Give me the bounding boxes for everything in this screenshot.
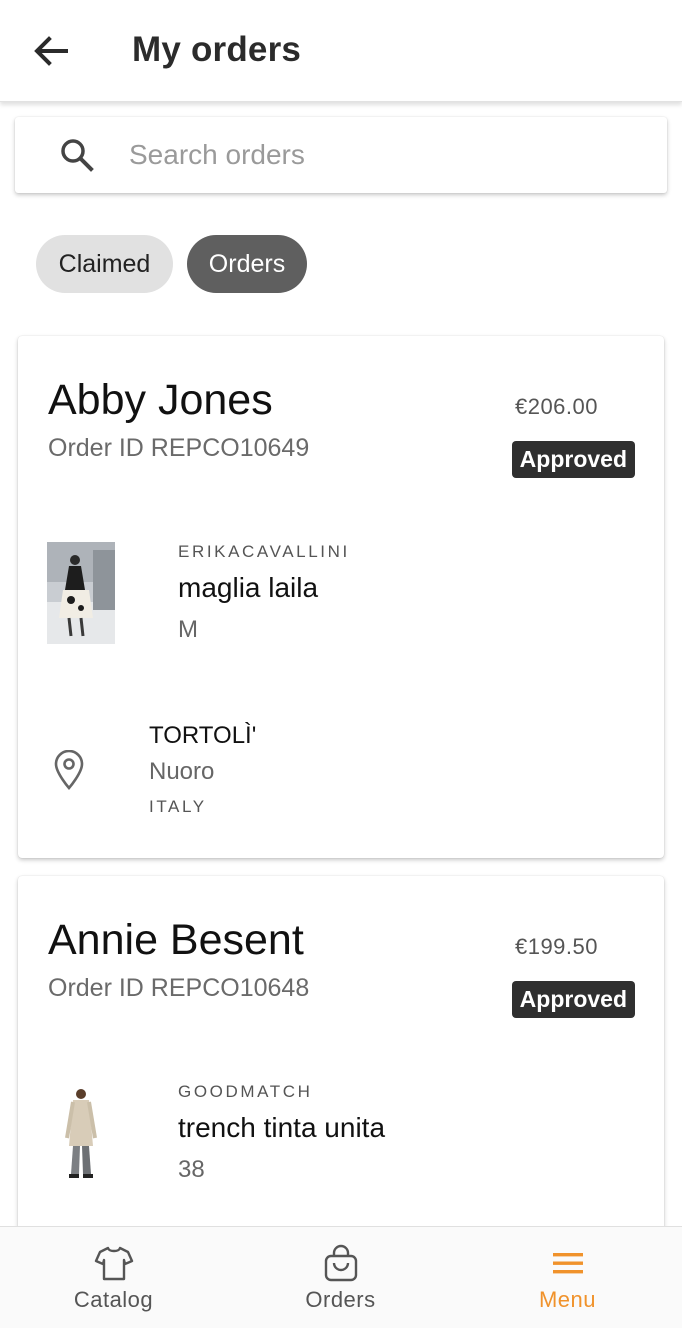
arrow-left-icon	[34, 36, 68, 66]
nav-label-catalog: Catalog	[73, 1287, 154, 1312]
filter-chip-claimed[interactable]: Claimed	[36, 235, 173, 293]
map-pin-icon	[54, 750, 84, 790]
filter-chip-orders[interactable]: Orders	[187, 235, 307, 293]
page-title: My orders	[132, 30, 302, 69]
nav-item-menu[interactable]: Menu	[454, 1227, 681, 1328]
customer-name: Abby Jones	[48, 376, 273, 424]
shopping-bag-icon	[324, 1244, 357, 1282]
order-id: Order ID REPCO10648	[48, 974, 310, 1002]
nav-label-menu: Menu	[538, 1287, 597, 1312]
product-name: trench tinta unita	[178, 1112, 386, 1143]
app-bar: My orders	[0, 0, 682, 102]
product-size: M	[178, 616, 198, 643]
menu-icon	[552, 1253, 583, 1274]
shipping-city: TORTOLÌ'	[149, 722, 257, 749]
nav-label-orders: Orders	[305, 1287, 376, 1312]
product-image	[47, 542, 115, 644]
search-input[interactable]	[129, 131, 649, 179]
nav-item-orders[interactable]: Orders	[227, 1227, 454, 1328]
bottom-navigation: Catalog Orders Menu	[0, 1226, 682, 1328]
product-name: maglia laila	[178, 572, 319, 603]
product-brand: GOODMATCH	[178, 1082, 313, 1101]
status-badge: Approved	[511, 981, 635, 1018]
order-card[interactable]: Annie Besent Order ID REPCO10648 €199.50…	[18, 876, 664, 1226]
status-badge: Approved	[511, 441, 635, 478]
shipping-country: ITALY	[149, 797, 207, 816]
customer-name: Annie Besent	[48, 916, 304, 964]
search-icon	[61, 139, 94, 172]
nav-item-catalog[interactable]: Catalog	[0, 1227, 227, 1328]
order-id: Order ID REPCO10649	[48, 434, 310, 462]
product-image	[47, 1082, 115, 1184]
order-card[interactable]: Abby Jones Order ID REPCO10649 €206.00 A…	[18, 336, 664, 858]
product-size: 38	[178, 1156, 205, 1183]
tshirt-icon	[94, 1246, 133, 1281]
product-brand: ERIKACAVALLINI	[178, 542, 350, 561]
back-button[interactable]	[26, 28, 76, 74]
order-price: €206.00	[514, 394, 598, 419]
search-bar[interactable]	[15, 117, 667, 193]
order-price: €199.50	[514, 934, 598, 959]
orders-scroll-area[interactable]: Claimed Orders Abby Jones Order ID REPCO…	[0, 102, 682, 1226]
shipping-province: Nuoro	[149, 758, 215, 785]
